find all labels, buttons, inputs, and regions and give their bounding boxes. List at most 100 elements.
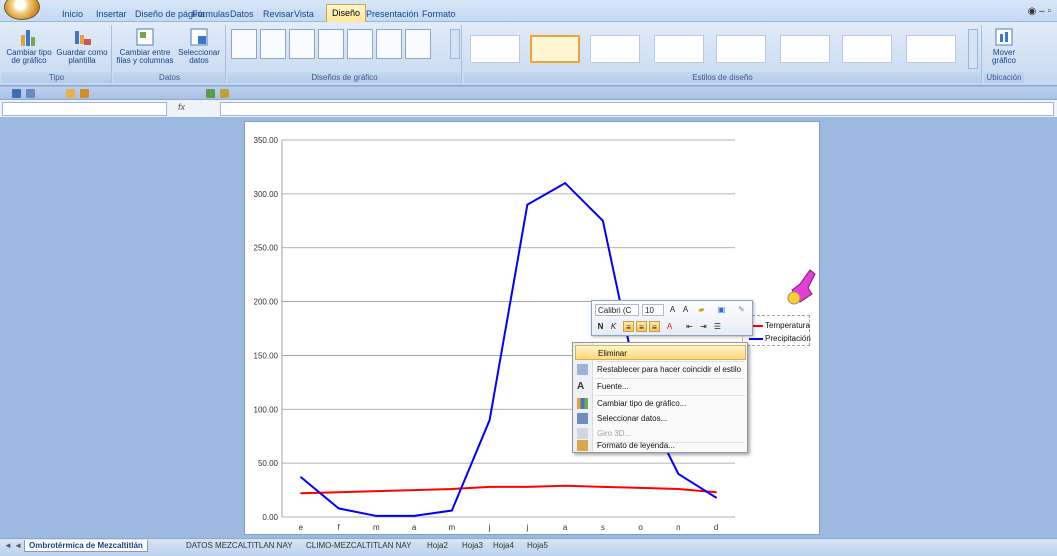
menu-item-eliminar[interactable]: Eliminar — [575, 345, 746, 360]
menu-label-restablecer: Restablecer para hacer coincidir el esti… — [597, 365, 742, 374]
change-chart-type-button[interactable]: Cambiar tipo de gráfico — [4, 27, 54, 65]
switch-row-column-label: Cambiar entre filas y columnas — [116, 48, 174, 65]
align-center-icon[interactable]: ≡ — [636, 321, 647, 332]
chart-wizard-icon[interactable] — [206, 89, 215, 98]
x-tick-label: o — [638, 523, 643, 532]
y-tick-label: 250.00 — [254, 244, 279, 253]
chart-layout-2[interactable] — [260, 29, 286, 59]
data-point — [488, 486, 491, 488]
sheet-tab[interactable]: Ombrotérmica de Mezcaltitlán — [24, 540, 148, 552]
shape-fill-icon[interactable]: ▣ — [716, 304, 727, 315]
x-tick-label: j — [525, 523, 528, 532]
increase-indent-icon[interactable]: ⇥ — [698, 321, 709, 332]
chart-layout-6[interactable] — [376, 29, 402, 59]
menu-item-seleccionar-datos[interactable]: Seleccionar datos... — [575, 411, 746, 426]
data-point — [451, 488, 453, 490]
name-box[interactable] — [2, 102, 167, 116]
save-as-template-button[interactable]: Guardar como plantilla — [56, 27, 108, 65]
y-tick-label: 200.00 — [254, 298, 279, 307]
open-icon[interactable] — [66, 89, 75, 98]
data-point — [564, 182, 566, 184]
tab-datos[interactable]: Datos — [230, 6, 254, 22]
data-point — [488, 419, 491, 421]
chart-style-4[interactable] — [654, 35, 704, 63]
styles-scroll[interactable] — [968, 29, 978, 69]
tab-formato[interactable]: Formato — [422, 6, 456, 22]
tab-inicio[interactable]: Inicio — [62, 6, 83, 22]
tab-presentación[interactable]: Presentación — [366, 6, 419, 22]
group-datos-title: Datos — [114, 72, 225, 83]
chart-style-8[interactable] — [906, 35, 956, 63]
align-left-icon[interactable]: ≡ — [623, 321, 634, 332]
menu-item-fuente[interactable]: A Fuente... — [575, 379, 746, 394]
group-tipo: Cambiar tipo de gráfico Guardar como pla… — [2, 25, 112, 83]
decrease-indent-icon[interactable]: ⇤ — [684, 321, 695, 332]
office-button[interactable] — [4, 0, 40, 20]
sheet-tab[interactable]: CLIMO-MEZCALTITLAN NAY — [306, 540, 412, 552]
highlight-icon[interactable]: ▰ — [696, 304, 707, 315]
y-tick-label: 50.00 — [258, 459, 279, 468]
chart-icon[interactable] — [220, 89, 229, 98]
data-point — [602, 486, 604, 488]
italic-icon[interactable]: K — [608, 321, 619, 332]
chart-style-3[interactable] — [590, 35, 640, 63]
menu-item-cambiar-tipo[interactable]: Cambiar tipo de gráfico... — [575, 396, 746, 411]
sheet-tab[interactable]: Hoja3 — [462, 540, 483, 552]
data-point — [337, 491, 340, 494]
formula-bar: fx — [0, 100, 1057, 118]
move-chart-button[interactable]: Mover gráfico — [984, 27, 1024, 65]
sheet-tab[interactable]: Hoja5 — [527, 540, 548, 552]
font-name-box[interactable]: Calibri (C — [595, 304, 639, 316]
switch-row-column-button[interactable]: Cambiar entre filas y columnas — [116, 27, 174, 65]
layouts-scroll[interactable] — [450, 29, 460, 59]
x-tick-label: d — [714, 523, 718, 532]
quick-access-toolbar — [0, 87, 1057, 100]
folder-icon[interactable] — [80, 89, 89, 98]
data-point — [375, 515, 378, 517]
window-controls[interactable]: ◉ – ▫ — [1028, 6, 1051, 17]
chart-layout-4[interactable] — [318, 29, 344, 59]
move-chart-icon — [994, 27, 1014, 47]
chart-layout-7[interactable] — [405, 29, 431, 59]
select-data-button[interactable]: Seleccionar datos — [176, 27, 222, 65]
align-right-icon[interactable]: ≡ — [649, 321, 660, 332]
grow-font-icon[interactable]: A — [667, 304, 678, 315]
mini-toolbar: Calibri (C 10 A A ▰ ▣ ✎ N K ≡ ≡ ≡ A ⇤ ⇥ … — [591, 300, 753, 336]
tab-insertar[interactable]: Insertar — [96, 6, 127, 22]
chart-style-7[interactable] — [842, 35, 892, 63]
undo-icon[interactable] — [26, 89, 35, 98]
chart-style-2[interactable] — [530, 35, 580, 63]
tab-diseño[interactable]: Diseño — [326, 4, 367, 22]
sheet-tab[interactable]: Hoja2 — [427, 540, 448, 552]
menu-item-restablecer[interactable]: Restablecer para hacer coincidir el esti… — [575, 362, 746, 377]
bold-icon[interactable]: N — [595, 321, 606, 332]
chart-layout-3[interactable] — [289, 29, 315, 59]
menu-item-formato-leyenda[interactable]: Formato de leyenda... — [575, 438, 746, 453]
chart-style-1[interactable] — [470, 35, 520, 63]
data-point — [564, 484, 566, 487]
data-point — [677, 473, 680, 475]
legend-item-temperatura: Temperatura — [749, 321, 810, 330]
formula-input[interactable] — [220, 102, 1054, 116]
bullets-icon[interactable]: ☰ — [712, 321, 723, 332]
save-icon[interactable] — [12, 89, 21, 98]
chart-layout-5[interactable] — [347, 29, 373, 59]
data-point — [413, 489, 415, 491]
chart-layout-1[interactable] — [231, 29, 257, 59]
font-color-icon[interactable]: A — [664, 321, 675, 332]
insert-function-button[interactable]: fx — [178, 102, 218, 116]
tab-revisar[interactable]: Revisar — [263, 6, 294, 22]
y-tick-label: 150.00 — [254, 351, 279, 360]
chart-style-5[interactable] — [716, 35, 766, 63]
sheet-tab[interactable]: DATOS MEZCALTITLAN NAY — [186, 540, 293, 552]
shrink-font-icon[interactable]: A — [680, 304, 691, 315]
tab-vista[interactable]: Vista — [294, 6, 314, 22]
sheet-tab[interactable]: Hoja4 — [493, 540, 514, 552]
chart-style-6[interactable] — [780, 35, 830, 63]
font-size-box[interactable]: 10 — [642, 304, 664, 316]
format-painter-icon[interactable]: ✎ — [736, 304, 747, 315]
tab-fórmulas[interactable]: Fórmulas — [192, 6, 230, 22]
menu-label-giro-3d: Giro 3D... — [597, 429, 632, 438]
select-data-label: Seleccionar datos — [178, 48, 220, 65]
legend-item-precipitacion: Precipitación — [749, 334, 811, 343]
